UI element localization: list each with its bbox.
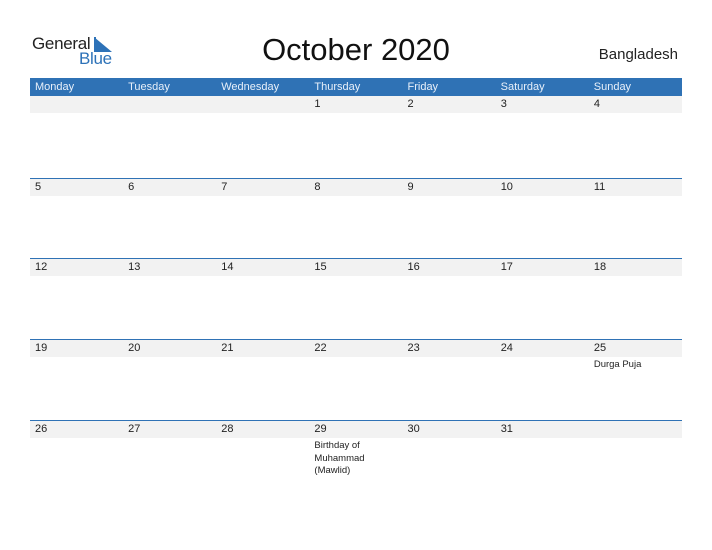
day-cell[interactable]: 7 (216, 179, 309, 259)
day-cell[interactable]: 1 (309, 96, 402, 176)
day-number: 31 (500, 423, 513, 435)
day-number: 7 (221, 181, 228, 193)
day-number: 9 (407, 181, 414, 193)
weekday-friday: Friday (407, 81, 439, 93)
day-cell[interactable]: 4 (589, 96, 682, 176)
day-cell[interactable]: 12 (30, 259, 123, 339)
day-number: 17 (500, 261, 513, 273)
day-cell[interactable]: 21 (216, 340, 309, 420)
weekday-header: Monday Tuesday Wednesday Thursday Friday Satu… (30, 78, 682, 96)
day-cell[interactable]: 30 (403, 421, 496, 501)
weekday-tuesday: Tuesday (128, 81, 170, 93)
day-cell[interactable]: 20 (123, 340, 216, 420)
day-number: 27 (128, 423, 141, 435)
day-cell[interactable]: 15 (309, 259, 402, 339)
weekday-saturday: Saturday (500, 81, 545, 93)
day-cell[interactable] (216, 96, 309, 176)
day-number: 16 (407, 261, 420, 273)
holiday-event: Birthday of Muhammad (Mawlid) (314, 440, 365, 476)
day-cell[interactable]: 3 (496, 96, 589, 176)
week-row: 1 2 3 4 (30, 96, 682, 176)
day-cell[interactable]: 28 (216, 421, 309, 501)
day-cell[interactable]: 8 (309, 179, 402, 259)
day-number: 25 (593, 342, 607, 354)
weekday-sunday: Sunday (593, 81, 632, 93)
day-cell[interactable] (30, 96, 123, 176)
day-cell[interactable]: 23 (403, 340, 496, 420)
day-number: 21 (221, 342, 234, 354)
day-cell[interactable]: 5 (30, 179, 123, 259)
day-number: 20 (128, 342, 141, 354)
day-cell[interactable]: 16 (403, 259, 496, 339)
day-cell[interactable] (589, 421, 682, 501)
day-cell[interactable]: 11 (589, 179, 682, 259)
day-cell[interactable]: 24 (496, 340, 589, 420)
day-cell[interactable]: 29 Birthday of Muhammad (Mawlid) (309, 421, 402, 501)
day-cell[interactable]: 10 (496, 179, 589, 259)
day-number: 29 (314, 423, 327, 435)
day-number: 3 (500, 98, 507, 110)
day-number: 30 (407, 423, 420, 435)
day-cell[interactable]: 6 (123, 179, 216, 259)
day-number: 15 (314, 261, 327, 273)
weekday-monday: Monday (35, 81, 75, 93)
day-number: 13 (128, 261, 141, 273)
holiday-event: Durga Puja (593, 359, 642, 370)
week-row: 19 20 21 22 23 24 25 Durga Puja (30, 339, 682, 420)
day-number: 14 (221, 261, 234, 273)
country-label: Bangladesh (598, 46, 678, 63)
day-number: 10 (500, 181, 513, 193)
day-number: 11 (593, 181, 606, 193)
day-cell[interactable]: 17 (496, 259, 589, 339)
day-number: 26 (35, 423, 48, 435)
day-cell[interactable]: 27 (123, 421, 216, 501)
day-cell[interactable]: 22 (309, 340, 402, 420)
day-number: 28 (221, 423, 234, 435)
day-cell[interactable]: 26 (30, 421, 123, 501)
day-cell[interactable]: 19 (30, 340, 123, 420)
day-number: 1 (314, 98, 321, 110)
day-cell[interactable]: 18 (589, 259, 682, 339)
day-number: 2 (407, 98, 414, 110)
day-number: 23 (407, 342, 420, 354)
day-cell[interactable]: 2 (403, 96, 496, 176)
week-row: 5 6 7 8 9 10 11 (30, 178, 682, 259)
week-row: 26 27 28 29 Birthday of Muhammad (Mawlid) 30 3… (30, 420, 682, 501)
day-cell[interactable]: 14 (216, 259, 309, 339)
week-row: 12 13 14 15 16 17 18 (30, 258, 682, 339)
day-number: 5 (35, 181, 42, 193)
weekday-thursday: Thursday (314, 81, 361, 93)
day-cell[interactable]: 13 (123, 259, 216, 339)
day-cell[interactable]: 9 (403, 179, 496, 259)
day-cell[interactable] (123, 96, 216, 176)
day-number: 22 (314, 342, 327, 354)
day-number: 8 (314, 181, 321, 193)
day-number: 6 (128, 181, 135, 193)
day-number: 24 (500, 342, 513, 354)
weekday-wednesday: Wednesday (221, 81, 280, 93)
day-number: 19 (35, 342, 48, 354)
day-number: 12 (35, 261, 48, 273)
day-cell[interactable]: 31 (496, 421, 589, 501)
day-number: 18 (593, 261, 607, 273)
day-number: 4 (593, 98, 600, 110)
day-cell[interactable]: 25 Durga Puja (589, 340, 682, 420)
